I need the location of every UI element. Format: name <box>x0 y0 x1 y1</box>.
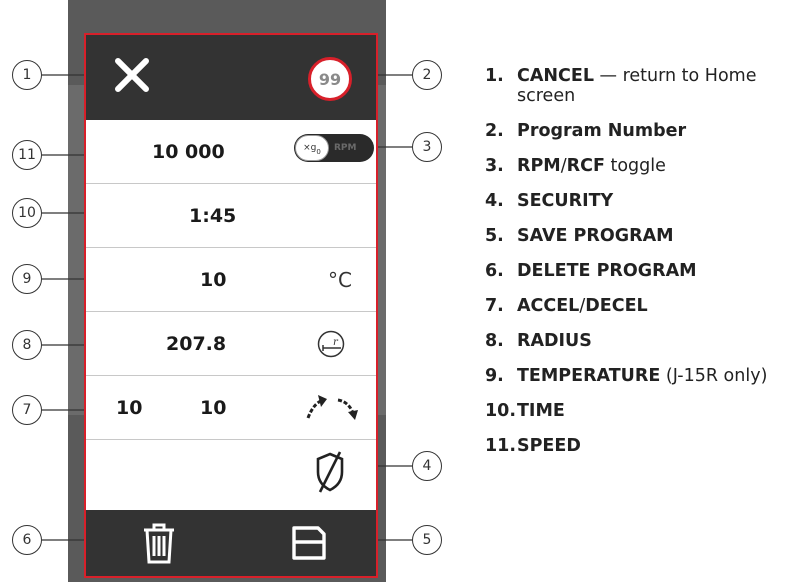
callout-3: 3 <box>412 132 442 162</box>
callout-6: 6 <box>12 525 42 555</box>
delete-program-button[interactable] <box>142 522 176 564</box>
legend-number: 5. <box>485 226 504 246</box>
legend-text: TIME <box>517 401 565 421</box>
temperature-row[interactable]: 10 °C <box>86 248 376 312</box>
radius-value[interactable]: 207.8 <box>166 312 226 376</box>
program-number-badge[interactable]: 99 <box>308 57 352 101</box>
legend-text: RCF <box>566 156 605 176</box>
callout-2: 2 <box>412 60 442 90</box>
time-row[interactable]: 1:45 <box>86 184 376 248</box>
callout-4: 4 <box>412 451 442 481</box>
legend-item: 10. TIME <box>485 401 805 421</box>
callout-11: 11 <box>12 140 42 170</box>
legend-text: SAVE PROGRAM <box>517 226 674 246</box>
legend-item: 2. Program Number <box>485 121 805 141</box>
callout-8: 8 <box>12 330 42 360</box>
top-bar: 99 <box>86 35 376 120</box>
accel-decel-row[interactable]: 10 10 <box>86 376 376 440</box>
rcf-subscript: 0 <box>316 148 321 156</box>
close-icon <box>115 58 149 92</box>
legend-text: RPM <box>517 156 561 176</box>
legend-item: 9. TEMPERATURE (J-15R only) <box>485 366 805 386</box>
radius-row[interactable]: 207.8 r <box>86 312 376 376</box>
legend-text: SECURITY <box>517 191 614 211</box>
legend-text: TEMPERATURE <box>517 366 661 386</box>
temperature-value[interactable]: 10 <box>200 248 226 312</box>
callout-9: 9 <box>12 264 42 294</box>
security-row <box>86 440 376 504</box>
rpm-label: RPM <box>334 143 357 153</box>
legend-number: 8. <box>485 331 504 351</box>
save-program-button[interactable] <box>290 524 328 562</box>
legend-text: (J-15R only) <box>660 366 768 386</box>
legend-text: DECEL <box>585 296 648 316</box>
legend-number: 3. <box>485 156 504 176</box>
decel-value[interactable]: 10 <box>200 376 226 440</box>
legend-item: 5. SAVE PROGRAM <box>485 226 805 246</box>
speed-value[interactable]: 10 000 <box>152 120 225 184</box>
legend-item: 7. ACCEL/DECEL <box>485 296 805 316</box>
legend-number: 9. <box>485 366 504 386</box>
legend-number: 11. <box>485 436 517 456</box>
program-editor-screen: 99 10 000 ×g 0 RPM 1:45 10 °C 207.8 r 10… <box>84 33 378 578</box>
legend-text: ACCEL <box>517 296 580 316</box>
accel-decel-icon <box>306 395 358 420</box>
legend-number: 6. <box>485 261 504 281</box>
legend-item: 1. CANCEL — return to Home screen <box>485 66 805 106</box>
legend-item: 6. DELETE PROGRAM <box>485 261 805 281</box>
legend-number: 4. <box>485 191 504 211</box>
rcf-label: ×g <box>303 143 317 153</box>
callout-5: 5 <box>412 525 442 555</box>
legend-number: 1. <box>485 66 504 86</box>
legend-item: 8. RADIUS <box>485 331 805 351</box>
legend-list: 1. CANCEL — return to Home screen 2. Progra… <box>485 66 805 471</box>
legend-number: 10. <box>485 401 517 421</box>
security-shield-icon[interactable] <box>314 450 346 494</box>
legend-number: 7. <box>485 296 504 316</box>
accel-value[interactable]: 10 <box>116 376 142 440</box>
callout-10: 10 <box>12 198 42 228</box>
legend-text: Program Number <box>517 121 687 141</box>
legend-text: DELETE PROGRAM <box>517 261 697 281</box>
legend-item: 3. RPM/RCF toggle <box>485 156 805 176</box>
legend-text: RADIUS <box>517 331 592 351</box>
rcf-knob: ×g 0 <box>295 135 329 161</box>
save-icon <box>292 526 326 560</box>
rpm-rcf-toggle[interactable]: ×g 0 RPM <box>294 134 374 162</box>
program-number: 99 <box>318 69 342 89</box>
device-edge <box>68 85 84 415</box>
cancel-button[interactable] <box>114 55 150 95</box>
speed-row[interactable]: 10 000 ×g 0 RPM <box>86 120 376 184</box>
bottom-bar <box>86 510 376 576</box>
legend-text: CANCEL <box>517 66 594 86</box>
callout-7: 7 <box>12 395 42 425</box>
trash-icon <box>144 523 174 564</box>
legend-number: 2. <box>485 121 504 141</box>
legend-item: 11. SPEED <box>485 436 805 456</box>
legend-text: SPEED <box>517 436 581 456</box>
callout-1: 1 <box>12 60 42 90</box>
time-value[interactable]: 1:45 <box>189 184 236 248</box>
radius-icon: r <box>317 330 345 358</box>
legend-text: toggle <box>604 156 666 176</box>
legend-item: 4. SECURITY <box>485 191 805 211</box>
temperature-unit: °C <box>328 268 352 292</box>
svg-text:r: r <box>333 337 339 348</box>
